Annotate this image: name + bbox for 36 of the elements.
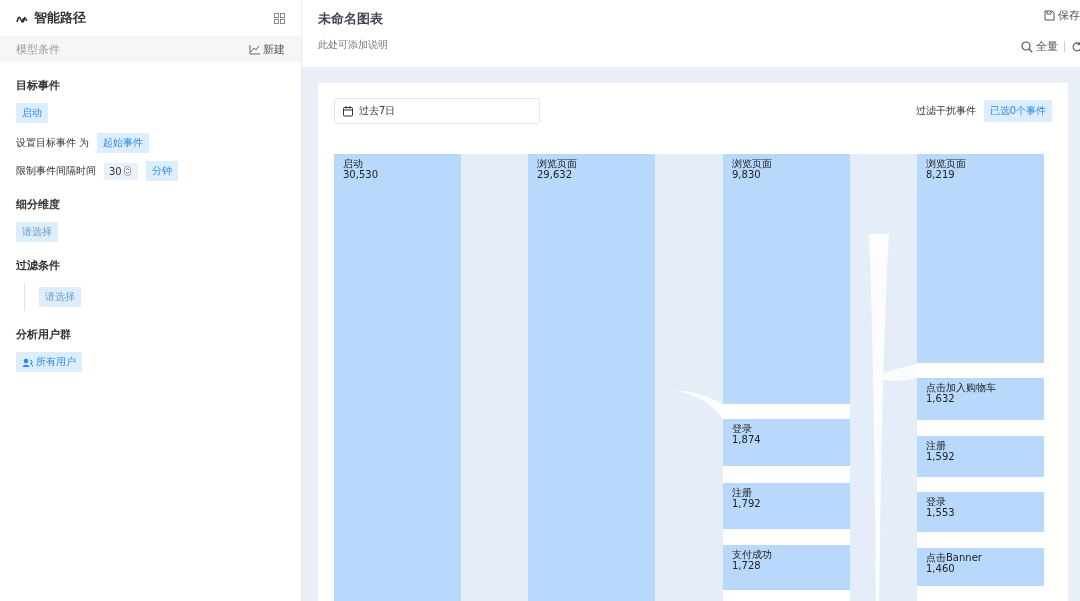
search-icon	[1021, 40, 1033, 53]
sankey-node[interactable]: 登录 1,553	[917, 492, 1044, 532]
sankey-node[interactable]: 登录 1,874	[723, 419, 850, 466]
section-heading: 分析用户群	[16, 327, 72, 342]
sankey-node[interactable]: 支付成功 1,728	[723, 545, 850, 590]
save-button[interactable]: 保存	[1044, 8, 1080, 23]
calendar-icon	[343, 105, 353, 117]
sankey-node[interactable]: 浏览页面 29,632	[528, 154, 655, 601]
number-value: 30	[109, 165, 122, 177]
sankey-node[interactable]: 浏览页面 9,830	[723, 154, 850, 404]
sankey-node[interactable]: 启动 30,530	[334, 154, 461, 601]
filter-label: 过滤干扰事件	[915, 104, 976, 118]
scope-button[interactable]: 全量	[1021, 39, 1058, 54]
setting-label: 限制事件间隔时间	[16, 164, 96, 178]
section-heading: 目标事件	[16, 78, 61, 93]
app-title: 智能路径	[34, 9, 86, 27]
sankey-node[interactable]: 注册 1,792	[723, 483, 850, 529]
section-heading: 细分维度	[16, 197, 61, 212]
save-icon	[1044, 10, 1055, 21]
new-button[interactable]: 新建	[249, 41, 285, 57]
grid-icon[interactable]	[274, 12, 285, 24]
sankey-node[interactable]: 点击加入购物车 1,632	[917, 378, 1044, 420]
stepper-icon[interactable]	[123, 166, 131, 176]
setting-label: 设置目标事件 为	[16, 136, 90, 150]
section-heading: 过滤条件	[16, 258, 61, 273]
users-icon	[22, 357, 33, 367]
date-range-picker[interactable]: 过去7日	[334, 98, 540, 124]
chart-icon	[249, 43, 260, 55]
number-input[interactable]: 30	[104, 162, 138, 180]
refresh-icon[interactable]	[1071, 41, 1080, 52]
sankey-node[interactable]: 浏览页面 8,219	[917, 154, 1044, 363]
sankey-node[interactable]: 注册 1,592	[917, 436, 1044, 477]
section-header: 模型条件	[16, 41, 60, 57]
chart-description[interactable]: 此处可添加说明	[318, 38, 388, 52]
chart-title[interactable]: 未命名图表	[318, 10, 388, 28]
sankey-node[interactable]: 点击Banner 1,460	[917, 548, 1044, 586]
